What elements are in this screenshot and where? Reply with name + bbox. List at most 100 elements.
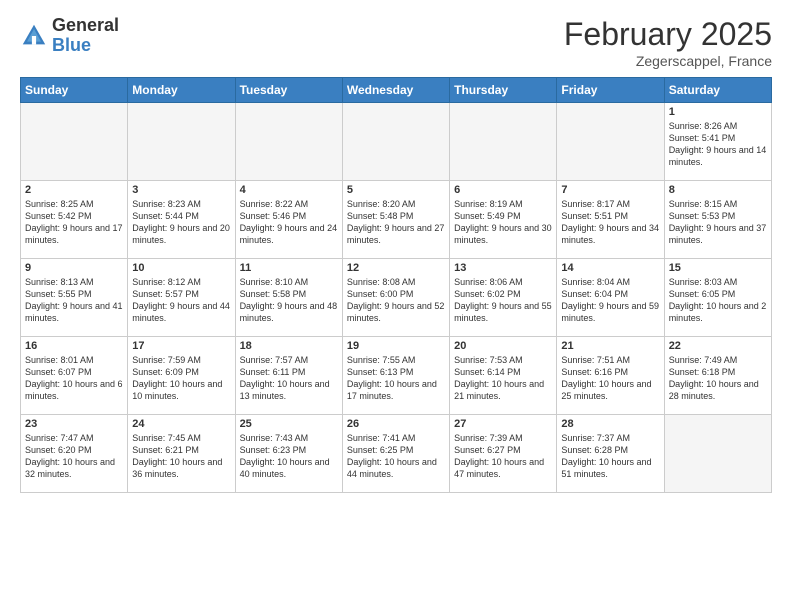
calendar-week-row: 16 Sunrise: 8:01 AM Sunset: 6:07 PM Dayli… <box>21 337 772 415</box>
calendar-week-row: 1 Sunrise: 8:26 AM Sunset: 5:41 PM Daylig… <box>21 103 772 181</box>
logo-blue: Blue <box>52 36 119 56</box>
day-number: 15 <box>669 262 767 274</box>
day-info: Sunrise: 7:55 AM Sunset: 6:13 PM Dayligh… <box>347 354 445 403</box>
day-number: 18 <box>240 340 338 352</box>
day-number: 4 <box>240 184 338 196</box>
day-number: 8 <box>669 184 767 196</box>
calendar-week-row: 2 Sunrise: 8:25 AM Sunset: 5:42 PM Daylig… <box>21 181 772 259</box>
col-thursday: Thursday <box>450 78 557 103</box>
table-row: 1 Sunrise: 8:26 AM Sunset: 5:41 PM Daylig… <box>664 103 771 181</box>
day-number: 1 <box>669 106 767 118</box>
day-number: 22 <box>669 340 767 352</box>
logo-general: General <box>52 16 119 36</box>
table-row: 24Sunrise: 7:45 AM Sunset: 6:21 PM Dayli… <box>128 415 235 493</box>
day-info: Sunrise: 8:19 AM Sunset: 5:49 PM Dayligh… <box>454 198 552 247</box>
table-row: 3Sunrise: 8:23 AM Sunset: 5:44 PM Daylig… <box>128 181 235 259</box>
logo-text: General Blue <box>52 16 119 56</box>
day-number: 28 <box>561 418 659 430</box>
day-info: Sunrise: 8:04 AM Sunset: 6:04 PM Dayligh… <box>561 276 659 325</box>
table-row: 22 Sunrise: 7:49 AM Sunset: 6:18 PM Dayli… <box>664 337 771 415</box>
calendar-header-row: Sunday Monday Tuesday Wednesday Thursday… <box>21 78 772 103</box>
table-row: 15Sunrise: 8:03 AM Sunset: 6:05 PM Dayli… <box>664 259 771 337</box>
table-row: 21 Sunrise: 7:51 AM Sunset: 6:16 PM Dayli… <box>557 337 664 415</box>
table-row: 16 Sunrise: 8:01 AM Sunset: 6:07 PM Dayli… <box>21 337 128 415</box>
day-info: Sunrise: 8:26 AM Sunset: 5:41 PM Dayligh… <box>669 120 767 169</box>
day-info: Sunrise: 7:39 AM Sunset: 6:27 PM Dayligh… <box>454 432 552 481</box>
table-row: 14 Sunrise: 8:04 AM Sunset: 6:04 PM Dayli… <box>557 259 664 337</box>
day-number: 16 <box>25 340 123 352</box>
col-friday: Friday <box>557 78 664 103</box>
col-monday: Monday <box>128 78 235 103</box>
day-number: 25 <box>240 418 338 430</box>
day-info: Sunrise: 8:25 AM Sunset: 5:42 PM Dayligh… <box>25 198 123 247</box>
table-row: 18Sunrise: 7:57 AM Sunset: 6:11 PM Dayli… <box>235 337 342 415</box>
col-tuesday: Tuesday <box>235 78 342 103</box>
table-row: 5 Sunrise: 8:20 AM Sunset: 5:48 PM Daylig… <box>342 181 449 259</box>
table-row <box>21 103 128 181</box>
table-row: 8 Sunrise: 8:15 AM Sunset: 5:53 PM Daylig… <box>664 181 771 259</box>
header: General Blue February 2025 Zegerscappel,… <box>20 16 772 69</box>
day-number: 24 <box>132 418 230 430</box>
month-title: February 2025 <box>564 16 772 53</box>
table-row <box>450 103 557 181</box>
table-row: 13 Sunrise: 8:06 AM Sunset: 6:02 PM Dayli… <box>450 259 557 337</box>
table-row: 26 Sunrise: 7:41 AM Sunset: 6:25 PM Dayli… <box>342 415 449 493</box>
day-info: Sunrise: 7:41 AM Sunset: 6:25 PM Dayligh… <box>347 432 445 481</box>
day-number: 17 <box>132 340 230 352</box>
location: Zegerscappel, France <box>564 53 772 69</box>
col-wednesday: Wednesday <box>342 78 449 103</box>
day-info: Sunrise: 8:23 AM Sunset: 5:44 PM Dayligh… <box>132 198 230 247</box>
table-row: 10Sunrise: 8:12 AM Sunset: 5:57 PM Dayli… <box>128 259 235 337</box>
day-info: Sunrise: 8:06 AM Sunset: 6:02 PM Dayligh… <box>454 276 552 325</box>
day-info: Sunrise: 7:43 AM Sunset: 6:23 PM Dayligh… <box>240 432 338 481</box>
col-saturday: Saturday <box>664 78 771 103</box>
table-row: 6 Sunrise: 8:19 AM Sunset: 5:49 PM Daylig… <box>450 181 557 259</box>
calendar-week-row: 9 Sunrise: 8:13 AM Sunset: 5:55 PM Daylig… <box>21 259 772 337</box>
day-number: 6 <box>454 184 552 196</box>
day-number: 2 <box>25 184 123 196</box>
table-row: 23 Sunrise: 7:47 AM Sunset: 6:20 PM Dayli… <box>21 415 128 493</box>
day-number: 9 <box>25 262 123 274</box>
table-row: 25 Sunrise: 7:43 AM Sunset: 6:23 PM Dayli… <box>235 415 342 493</box>
day-info: Sunrise: 7:37 AM Sunset: 6:28 PM Dayligh… <box>561 432 659 481</box>
table-row: 19Sunrise: 7:55 AM Sunset: 6:13 PM Dayli… <box>342 337 449 415</box>
day-number: 13 <box>454 262 552 274</box>
day-number: 5 <box>347 184 445 196</box>
table-row: 28 Sunrise: 7:37 AM Sunset: 6:28 PM Dayli… <box>557 415 664 493</box>
day-info: Sunrise: 7:51 AM Sunset: 6:16 PM Dayligh… <box>561 354 659 403</box>
day-info: Sunrise: 8:15 AM Sunset: 5:53 PM Dayligh… <box>669 198 767 247</box>
day-info: Sunrise: 7:49 AM Sunset: 6:18 PM Dayligh… <box>669 354 767 403</box>
table-row <box>235 103 342 181</box>
day-info: Sunrise: 8:22 AM Sunset: 5:46 PM Dayligh… <box>240 198 338 247</box>
day-number: 12 <box>347 262 445 274</box>
logo-icon <box>20 22 48 50</box>
day-number: 11 <box>240 262 338 274</box>
day-info: Sunrise: 8:01 AM Sunset: 6:07 PM Dayligh… <box>25 354 123 403</box>
day-number: 23 <box>25 418 123 430</box>
day-info: Sunrise: 8:17 AM Sunset: 5:51 PM Dayligh… <box>561 198 659 247</box>
day-info: Sunrise: 8:20 AM Sunset: 5:48 PM Dayligh… <box>347 198 445 247</box>
table-row: 11Sunrise: 8:10 AM Sunset: 5:58 PM Dayli… <box>235 259 342 337</box>
day-number: 21 <box>561 340 659 352</box>
title-block: February 2025 Zegerscappel, France <box>564 16 772 69</box>
calendar: Sunday Monday Tuesday Wednesday Thursday… <box>20 77 772 493</box>
logo: General Blue <box>20 16 119 56</box>
calendar-week-row: 23 Sunrise: 7:47 AM Sunset: 6:20 PM Dayli… <box>21 415 772 493</box>
table-row: 9 Sunrise: 8:13 AM Sunset: 5:55 PM Daylig… <box>21 259 128 337</box>
table-row: 4 Sunrise: 8:22 AM Sunset: 5:46 PM Daylig… <box>235 181 342 259</box>
day-number: 26 <box>347 418 445 430</box>
day-number: 27 <box>454 418 552 430</box>
day-info: Sunrise: 8:08 AM Sunset: 6:00 PM Dayligh… <box>347 276 445 325</box>
day-info: Sunrise: 8:13 AM Sunset: 5:55 PM Dayligh… <box>25 276 123 325</box>
page: General Blue February 2025 Zegerscappel,… <box>0 0 792 612</box>
day-info: Sunrise: 7:59 AM Sunset: 6:09 PM Dayligh… <box>132 354 230 403</box>
day-info: Sunrise: 7:53 AM Sunset: 6:14 PM Dayligh… <box>454 354 552 403</box>
col-sunday: Sunday <box>21 78 128 103</box>
day-info: Sunrise: 7:47 AM Sunset: 6:20 PM Dayligh… <box>25 432 123 481</box>
table-row <box>557 103 664 181</box>
table-row <box>128 103 235 181</box>
day-number: 14 <box>561 262 659 274</box>
table-row: 27 Sunrise: 7:39 AM Sunset: 6:27 PM Dayli… <box>450 415 557 493</box>
day-number: 10 <box>132 262 230 274</box>
day-number: 7 <box>561 184 659 196</box>
